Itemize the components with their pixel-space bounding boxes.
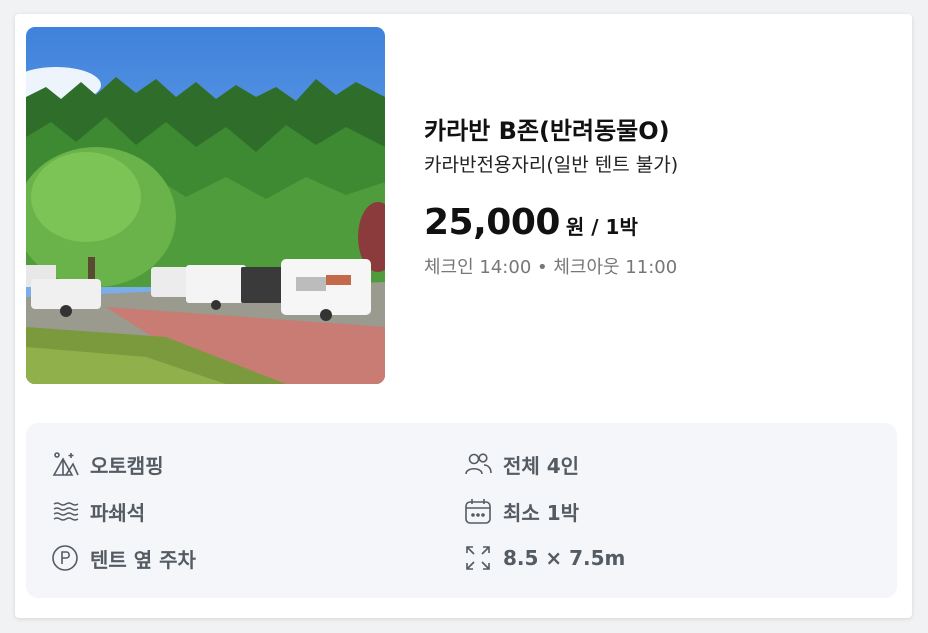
feature-panel: 오토캠핑 전체 4인 파쇄석 최소 1박 텐트 옆 주차 8.5 × 7.5m: [26, 423, 897, 598]
listing-title: 카라반 B존(반려동물O): [424, 117, 670, 145]
listing-info: 카라반 B존(반려동물O) 카라반전용자리(일반 텐트 불가) 25,000 원…: [424, 114, 678, 279]
price-value: 25,000: [424, 202, 560, 243]
campsite-photo: [26, 27, 385, 384]
feature-label: 8.5 × 7.5m: [503, 546, 626, 570]
price-unit: 원 / 1박: [565, 215, 638, 239]
feature-auto-camping: 오토캠핑: [50, 448, 164, 480]
feature-min-stay: 최소 1박: [463, 495, 579, 527]
site-card[interactable]: 카라반 B존(반려동물O) 카라반전용자리(일반 텐트 불가) 25,000 원…: [15, 14, 912, 618]
feature-label: 텐트 옆 주차: [90, 547, 196, 572]
expand-icon: [463, 543, 493, 573]
listing-subtitle: 카라반전용자리(일반 텐트 불가): [424, 154, 679, 176]
parking-icon: [50, 543, 80, 573]
tent-icon: [50, 449, 80, 479]
feature-label: 전체 4인: [503, 453, 580, 478]
people-icon: [463, 449, 493, 479]
gravel-icon: [50, 496, 80, 526]
checkin-time: 체크인 14:00 • 체크아웃 11:00: [424, 257, 678, 278]
feature-label: 파쇄석: [90, 500, 146, 525]
price-row: 25,000 원 / 1박: [424, 202, 678, 243]
feature-label: 최소 1박: [503, 500, 580, 525]
feature-label: 오토캠핑: [90, 453, 164, 478]
feature-gravel: 파쇄석: [50, 495, 145, 527]
calendar-icon: [463, 496, 493, 526]
feature-capacity: 전체 4인: [463, 448, 579, 480]
feature-size: 8.5 × 7.5m: [463, 542, 625, 574]
feature-parking: 텐트 옆 주차: [50, 542, 196, 574]
